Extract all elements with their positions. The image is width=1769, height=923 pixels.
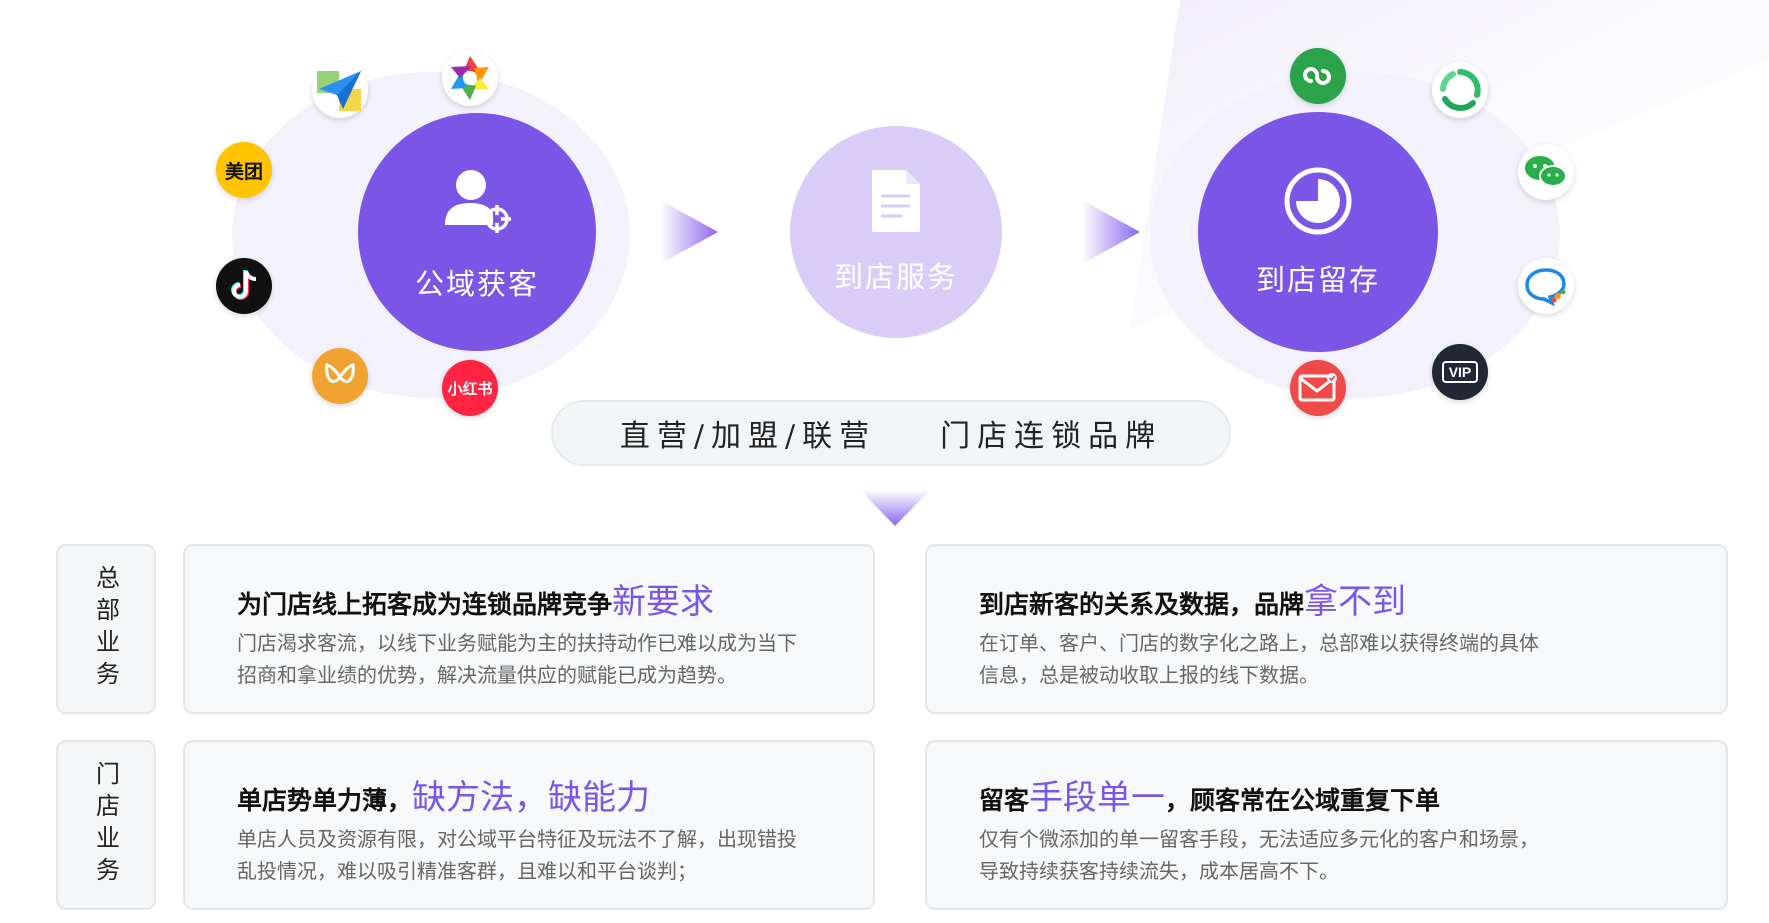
meituan-label: 美团 [224, 160, 263, 183]
stage-label: 到店留存 [1255, 263, 1380, 297]
arrow-right-icon [1082, 200, 1140, 264]
card-body: 仅有个微添加的单一留客手段，无法适应多元化的客户和场景， 导致持续获客持续流失，成… [979, 827, 1539, 883]
card-body: 在订单、客户、门店的数字化之路上，总部难以获得终端的具体 信息，总是被动收取上报的… [979, 631, 1539, 687]
brand-banner: 直营/加盟/联营 门店连锁品牌 [551, 400, 1231, 466]
down-arrow-icon [860, 490, 930, 526]
xiaohongshu-icon[interactable]: 小红书 [442, 360, 498, 416]
pie-clock-icon [1284, 167, 1352, 235]
card-body: 单店人员及资源有限，对公域平台特征及玩法不了解，出现错投 乱投情况，难以吸引精准客… [237, 827, 797, 883]
vip-icon[interactable]: VIP [1432, 344, 1488, 400]
stage-label: 公域获客 [414, 267, 539, 301]
green-swirl-icon[interactable] [1432, 62, 1488, 118]
paper-plane-map-icon[interactable] [312, 62, 368, 118]
xiaohongshu-label: 小红书 [447, 379, 493, 398]
card-title: 单店势单力薄，缺方法，缺能力 [237, 778, 651, 818]
stage-retention[interactable]: 到店留存 [1198, 112, 1438, 352]
tiktok-icon[interactable] [216, 258, 272, 314]
stage-label: 到店服务 [833, 260, 958, 294]
side-label-hq: 总部业务 [56, 544, 156, 714]
stage-service[interactable]: 到店服务 [790, 126, 1002, 338]
card-hq-data: 到店新客的关系及数据，品牌拿不到 在订单、客户、门店的数字化之路上，总部难以获得… [925, 544, 1728, 714]
camera-aperture-icon[interactable] [442, 50, 498, 106]
card-body: 门店渴求客流，以线下业务赋能为主的扶持动作已难以成为当下 招商和拿业绩的优势，解决… [237, 631, 797, 687]
card-store-retention: 留客手段单一，顾客常在公域重复下单 仅有个微添加的单一留客手段，无法适应多元化的… [925, 740, 1728, 910]
arrow-right-icon [660, 200, 718, 264]
mail-icon[interactable] [1290, 360, 1346, 416]
chat-bubble-icon[interactable] [1518, 258, 1574, 314]
document-icon [872, 170, 920, 232]
stage-acquisition[interactable]: 公域获客 [358, 113, 596, 351]
mini-program-icon[interactable] [1290, 48, 1346, 104]
banner-right: 门店连锁品牌 [940, 419, 1163, 454]
vip-badge: VIP [1441, 361, 1479, 383]
wechat-icon[interactable] [1518, 144, 1574, 200]
card-title: 到店新客的关系及数据，品牌拿不到 [979, 582, 1407, 622]
banner-left: 直营/加盟/联营 [619, 419, 877, 454]
user-target-icon [445, 170, 511, 233]
card-hq-acquisition: 为门店线上拓客成为连锁品牌竞争新要求 门店渴求客流，以线下业务赋能为主的扶持动作… [183, 544, 875, 714]
card-title: 为门店线上拓客成为连锁品牌竞争新要求 [237, 582, 715, 622]
card-title: 留客手段单一，顾客常在公域重复下单 [979, 778, 1441, 818]
card-store-ability: 单店势单力薄，缺方法，缺能力 单店人员及资源有限，对公域平台特征及玩法不了解，出… [183, 740, 875, 910]
vip-label: VIP [1448, 364, 1472, 380]
meituan-icon[interactable]: 美团 [216, 142, 272, 198]
w-butterfly-icon[interactable] [312, 348, 368, 404]
side-label-store: 门店业务 [56, 740, 156, 910]
